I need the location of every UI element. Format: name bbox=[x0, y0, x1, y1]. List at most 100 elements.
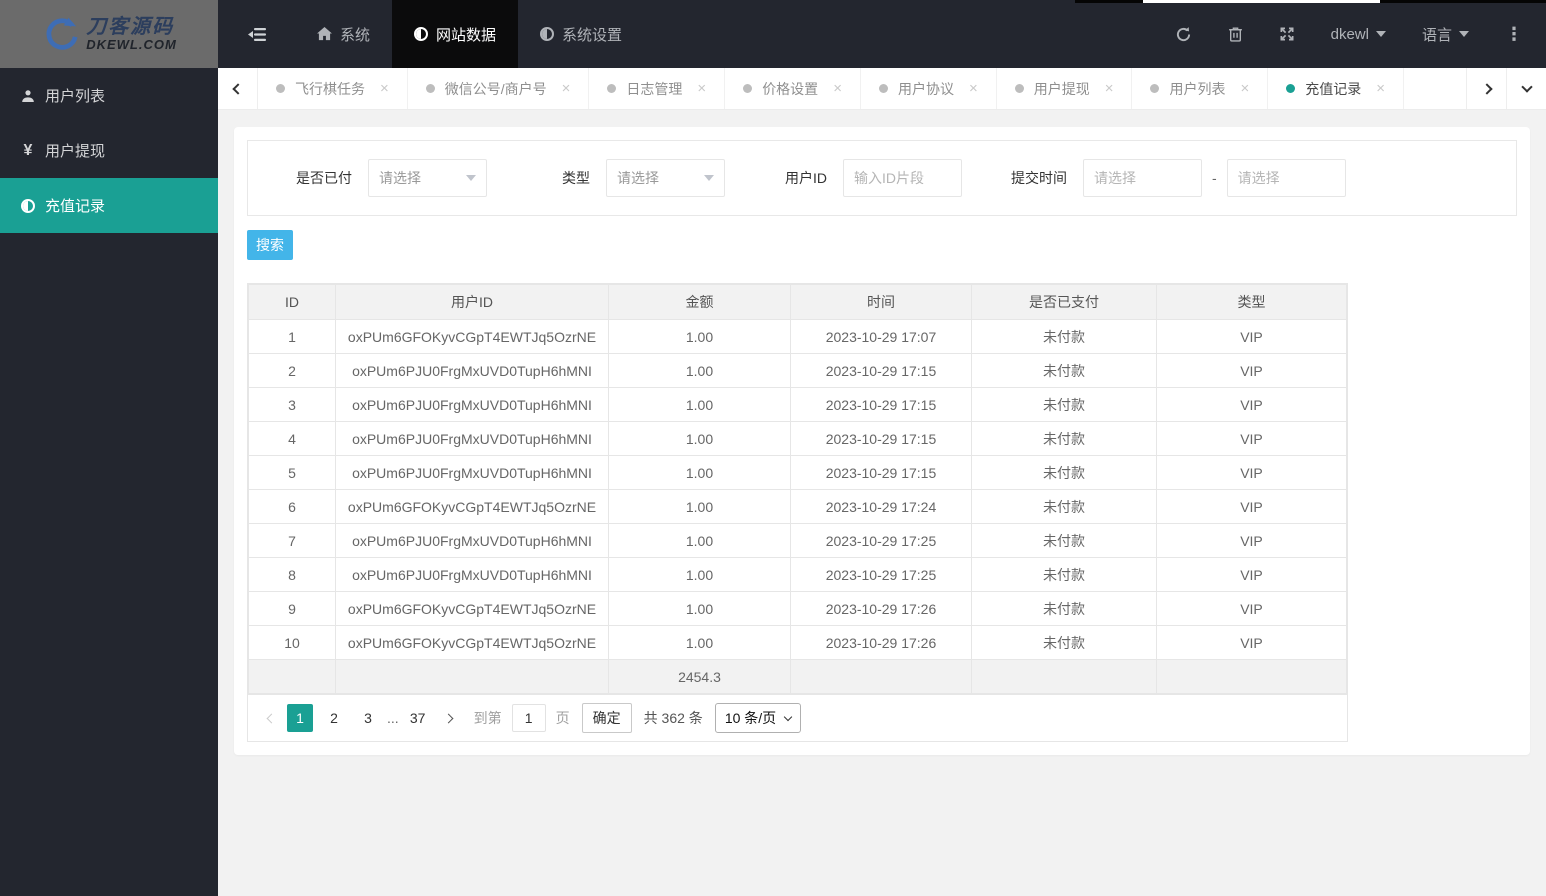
page-number-current[interactable]: 1 bbox=[287, 704, 313, 732]
table-cell: 7 bbox=[248, 523, 336, 558]
nav-item-system[interactable]: 系统 bbox=[295, 0, 392, 68]
jump-prefix-label: 到第 bbox=[473, 710, 502, 726]
table-row: 2 oxPUm6PJU0FrgMxUVD0TupH6hMNI 1.00 2023-10… bbox=[248, 353, 1347, 388]
tab-close-icon[interactable]: × bbox=[1240, 80, 1249, 97]
jump-suffix-label: 页 bbox=[555, 710, 570, 726]
trash-icon[interactable] bbox=[1228, 26, 1243, 42]
page: 刀客源码 DKEWL.COM 系统 网站数据 系统设置 dkewl 语言 ⋮ 用… bbox=[0, 0, 1546, 896]
nav-item-site-data[interactable]: 网站数据 bbox=[392, 0, 519, 68]
table-row: 3 oxPUm6PJU0FrgMxUVD0TupH6hMNI 1.00 2023-10… bbox=[248, 387, 1347, 422]
page-number[interactable]: 3 bbox=[355, 704, 381, 732]
search-button[interactable]: 搜索 bbox=[247, 230, 293, 260]
refresh-icon[interactable] bbox=[1175, 26, 1192, 43]
tab-item[interactable]: 用户列表 × bbox=[1132, 68, 1269, 109]
language-label: 语言 bbox=[1421, 26, 1452, 44]
table-cell: VIP bbox=[1156, 319, 1347, 354]
sidebar-item-user-withdraw[interactable]: ¥ 用户提现 bbox=[0, 123, 218, 178]
open-tabs: 飞行棋任务 × 微信公号/商户号 × 日志管理 × 价格设置 × 用户协议 × … bbox=[258, 68, 1466, 109]
tabs-menu-button[interactable] bbox=[1506, 68, 1546, 109]
tab-close-icon[interactable]: × bbox=[1105, 80, 1114, 97]
tab-item[interactable]: 价格设置 × bbox=[725, 68, 861, 109]
nav-item-system-settings[interactable]: 系统设置 bbox=[518, 0, 644, 68]
table-cell: 2023-10-29 17:25 bbox=[790, 523, 972, 558]
table-cell: 未付款 bbox=[971, 319, 1157, 354]
language-dropdown[interactable]: 语言 bbox=[1422, 24, 1469, 45]
jump-page-input[interactable] bbox=[511, 704, 546, 732]
sidebar-item-label: 用户提现 bbox=[45, 143, 106, 160]
table-cell: VIP bbox=[1156, 353, 1347, 388]
total-cell bbox=[971, 659, 1157, 694]
table-cell: oxPUm6GFOKyvCGpT4EWTJq5OzrNE bbox=[335, 625, 609, 660]
logo[interactable]: 刀客源码 DKEWL.COM bbox=[0, 0, 218, 68]
filter-group-userid: 用户ID bbox=[785, 159, 962, 197]
main-nav: 系统 网站数据 系统设置 bbox=[218, 0, 644, 68]
next-page-button[interactable] bbox=[443, 713, 454, 723]
table-cell: 2023-10-29 17:26 bbox=[790, 625, 972, 660]
sidebar-item-recharge-records[interactable]: 充值记录 bbox=[0, 178, 218, 233]
userid-input[interactable] bbox=[843, 159, 962, 197]
tab-item[interactable]: 用户提现 × bbox=[997, 68, 1133, 109]
table-cell: 1.00 bbox=[608, 523, 791, 558]
tab-item[interactable]: 微信公号/商户号 × bbox=[408, 68, 590, 109]
tab-item[interactable]: 日志管理 × bbox=[589, 68, 726, 109]
table-cell: VIP bbox=[1156, 421, 1347, 456]
table-cell: 1.00 bbox=[608, 557, 791, 592]
table-cell: 1.00 bbox=[608, 421, 791, 456]
user-dropdown[interactable]: dkewl bbox=[1331, 26, 1386, 43]
table-cell: 1.00 bbox=[608, 489, 791, 524]
filter-label: 类型 bbox=[562, 170, 590, 186]
confirm-button[interactable]: 确定 bbox=[581, 703, 632, 733]
topbar-right: dkewl 语言 ⋮ bbox=[1175, 0, 1546, 68]
table-cell: oxPUm6PJU0FrgMxUVD0TupH6hMNI bbox=[335, 557, 609, 592]
paid-select[interactable]: 请选择 bbox=[368, 159, 487, 197]
table-cell: 2 bbox=[248, 353, 336, 388]
table-cell: 未付款 bbox=[971, 523, 1157, 558]
per-page-select[interactable]: 10 条/页 bbox=[714, 703, 802, 733]
tab-close-icon[interactable]: × bbox=[697, 80, 706, 97]
table-cell: 2023-10-29 17:26 bbox=[790, 591, 972, 626]
time-end-input[interactable] bbox=[1226, 159, 1346, 197]
tab-close-icon[interactable]: × bbox=[833, 80, 842, 97]
table-cell: 1.00 bbox=[608, 455, 791, 490]
table-cell: 1.00 bbox=[608, 625, 791, 660]
column-header: 用户ID bbox=[335, 284, 609, 320]
type-select[interactable]: 请选择 bbox=[606, 159, 725, 197]
chevron-down-icon bbox=[1375, 31, 1386, 37]
fullscreen-icon[interactable] bbox=[1279, 26, 1295, 42]
page-number[interactable]: 37 bbox=[405, 704, 431, 732]
tab-item[interactable]: 飞行棋任务 × bbox=[258, 68, 408, 109]
tab-close-icon[interactable]: × bbox=[1376, 80, 1385, 97]
tab-item-active[interactable]: 充值记录 × bbox=[1268, 68, 1405, 109]
column-header: 是否已支付 bbox=[971, 284, 1157, 320]
more-menu-icon[interactable]: ⋮ bbox=[1505, 24, 1524, 45]
tab-status-dot-icon bbox=[1150, 84, 1160, 93]
logo-subtitle: DKEWL.COM bbox=[86, 36, 177, 52]
tab-status-dot-icon bbox=[425, 84, 435, 93]
tabs-scroll-right-button[interactable] bbox=[1466, 68, 1506, 109]
time-start-input[interactable] bbox=[1083, 159, 1202, 197]
table-cell: VIP bbox=[1156, 387, 1347, 422]
table-cell: 2023-10-29 17:15 bbox=[790, 455, 972, 490]
page-number[interactable]: 2 bbox=[321, 704, 347, 732]
select-caret-icon bbox=[466, 175, 476, 181]
table-body: 1 oxPUm6GFOKyvCGpT4EWTJq5OzrNE 1.00 2023-10… bbox=[248, 319, 1347, 660]
sidebar-item-user-list[interactable]: 用户列表 bbox=[0, 68, 218, 123]
pagination: 1 2 3 ... 37 到第 页 确定 共 362 条 10 条/页 bbox=[248, 694, 1347, 741]
prev-page-button[interactable] bbox=[266, 713, 277, 723]
tab-item[interactable]: 用户协议 × bbox=[861, 68, 997, 109]
tabs-scroll-left-button[interactable] bbox=[218, 68, 258, 109]
user-icon bbox=[22, 89, 34, 102]
sidebar-collapse-icon[interactable] bbox=[218, 0, 295, 68]
tab-label: 充值记录 bbox=[1305, 80, 1362, 97]
filter-label: 用户ID bbox=[785, 170, 827, 186]
table-cell: 未付款 bbox=[971, 557, 1157, 592]
yen-icon: ¥ bbox=[23, 141, 33, 159]
table-row: 1 oxPUm6GFOKyvCGpT4EWTJq5OzrNE 1.00 2023-10… bbox=[248, 319, 1347, 354]
table-row: 4 oxPUm6PJU0FrgMxUVD0TupH6hMNI 1.00 2023-10… bbox=[248, 421, 1347, 456]
tab-close-icon[interactable]: × bbox=[562, 80, 571, 97]
tab-close-icon[interactable]: × bbox=[380, 80, 389, 97]
paid-select-value: 请选择 bbox=[379, 170, 421, 186]
chevron-down-icon bbox=[1459, 31, 1469, 37]
tab-close-icon[interactable]: × bbox=[969, 80, 978, 97]
nav-item-label: 系统 bbox=[340, 26, 371, 44]
